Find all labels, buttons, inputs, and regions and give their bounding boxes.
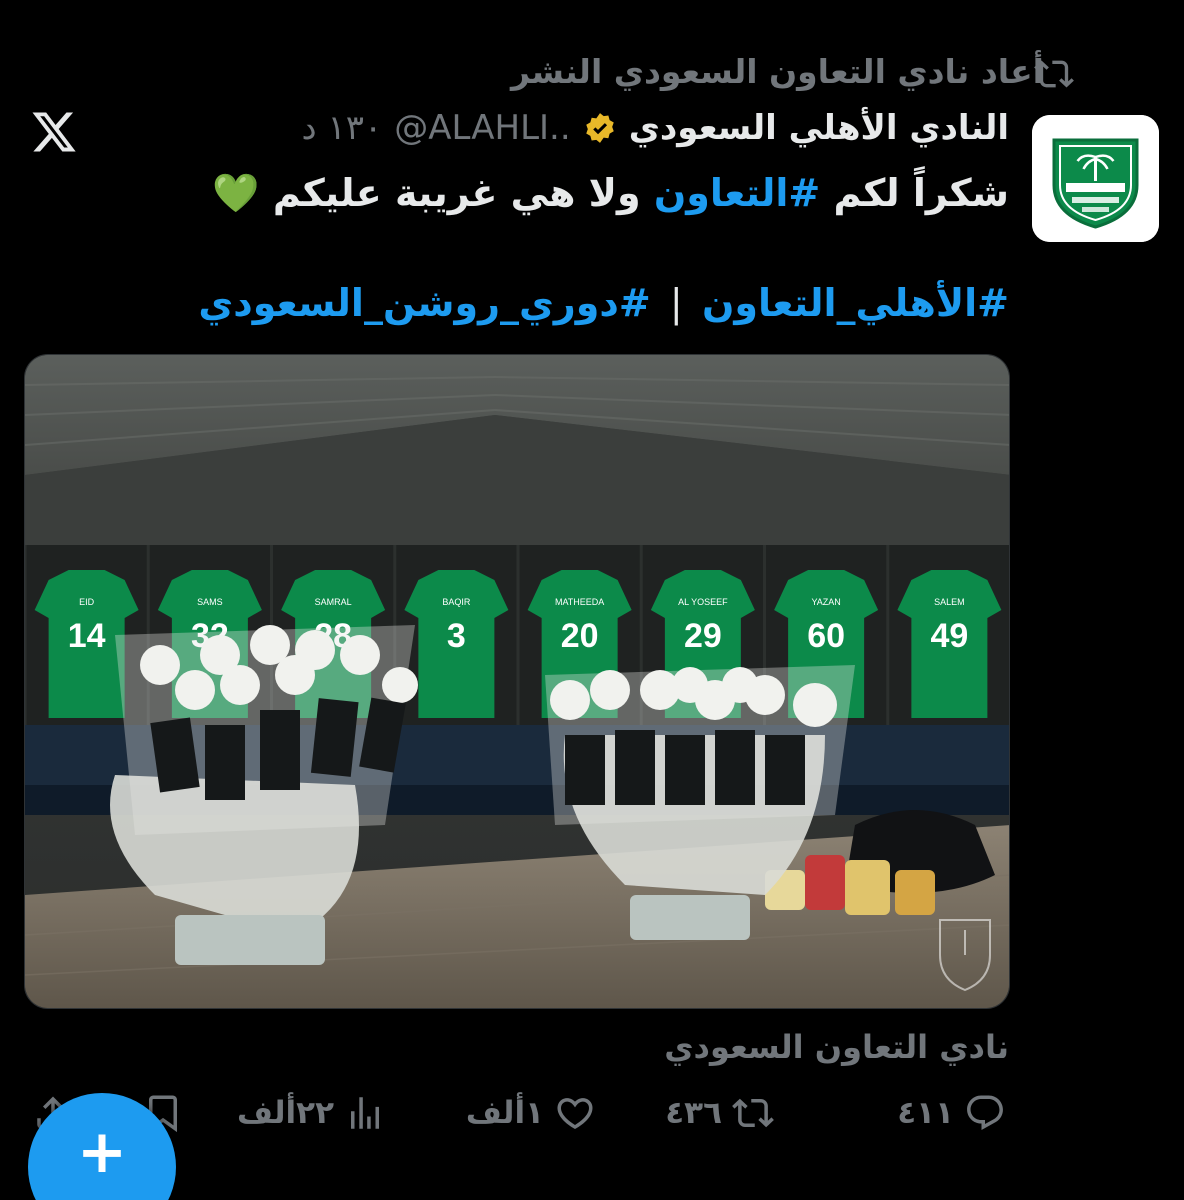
jersey-number: 60 (807, 617, 845, 655)
avatar[interactable] (1032, 115, 1159, 242)
hashtags-line: #الأهلي_التعاون | #دوري_روشن_السعودي (189, 276, 1009, 330)
jersey-number: 20 (561, 617, 599, 655)
retweet-icon (732, 1098, 774, 1128)
jersey-name: EID (79, 597, 95, 607)
jersey-name: BAQIR (442, 597, 471, 607)
separator: | (669, 281, 683, 325)
views-count: ٢٢ألف (236, 1095, 334, 1131)
jersey-name: AL YOSEEF (678, 597, 728, 607)
jersey-name: SALEM (934, 597, 965, 607)
author-line[interactable]: النادي الأهلي السعودي @ALAHLI.. ١٣٠ د (302, 108, 1009, 148)
retweet-card: أعاد نادي التعاون السعودي النشر النادي ا… (0, 0, 1184, 1200)
al-ahli-logo-icon (1032, 115, 1159, 242)
reply-button[interactable]: ٤١١ (897, 1088, 1006, 1138)
plus-icon: + (76, 1117, 128, 1187)
author-name[interactable]: النادي الأهلي السعودي (629, 108, 1009, 148)
jersey: SALEM 49 (897, 570, 1002, 718)
views-icon (351, 1097, 379, 1129)
like-count: ١ألف (465, 1095, 544, 1131)
retweet-button[interactable]: ٤٣٦ (665, 1088, 774, 1138)
jersey-number: 29 (684, 617, 722, 655)
action-bar: ٤١١ ٤٣٦ ١ألف ٢٢ألف (0, 1088, 1184, 1138)
jersey-number: 49 (930, 617, 968, 655)
retweet-header[interactable]: أعاد نادي التعاون السعودي النشر (180, 52, 1044, 91)
x-logo-icon[interactable] (30, 108, 78, 156)
retweet-label: أعاد نادي التعاون السعودي النشر (510, 52, 1044, 91)
heart-icon (557, 1098, 593, 1130)
tweet-text-part1: شكراً لكم (820, 171, 1009, 215)
tweet-media-image[interactable]: EID 14 SAMS 32 SAMRAL 28 BAQIR 3 MATHEEDA 20 AL YO… (24, 354, 1010, 1009)
source-label[interactable]: نادي التعاون السعودي (664, 1028, 1009, 1066)
reply-count: ٤١١ (897, 1095, 954, 1131)
reply-icon (967, 1095, 1003, 1130)
jersey: BAQIR 3 (404, 570, 509, 718)
tweet-text-part2: ولا هي غريبة عليكم (272, 171, 654, 215)
views-button[interactable]: ٢٢ألف (237, 1088, 386, 1138)
jersey-name: SAMS (197, 597, 223, 607)
hashtag-link[interactable]: #الأهلي_التعاون (702, 281, 1009, 325)
tweet-time[interactable]: ١٣٠ د (302, 108, 383, 148)
jersey-name: YAZAN (811, 597, 840, 607)
hashtag-link[interactable]: #التعاون (654, 171, 820, 215)
author-handle[interactable]: @ALAHLI.. (394, 108, 570, 148)
retweet-count: ٤٣٦ (665, 1095, 722, 1131)
hashtag-link[interactable]: #دوري_روشن_السعودي (198, 281, 650, 325)
jersey-number: 14 (68, 617, 106, 655)
like-button[interactable]: ١ألف (466, 1088, 596, 1138)
jersey-name: MATHEEDA (555, 597, 604, 607)
jersey-number: 3 (447, 617, 466, 655)
jersey-name: SAMRAL (315, 597, 352, 607)
tweet-text: شكراً لكم #التعاون ولا هي غريبة عليكم 💚 (189, 166, 1009, 220)
green-heart-emoji: 💚 (212, 171, 260, 215)
verified-badge-icon (585, 113, 614, 143)
